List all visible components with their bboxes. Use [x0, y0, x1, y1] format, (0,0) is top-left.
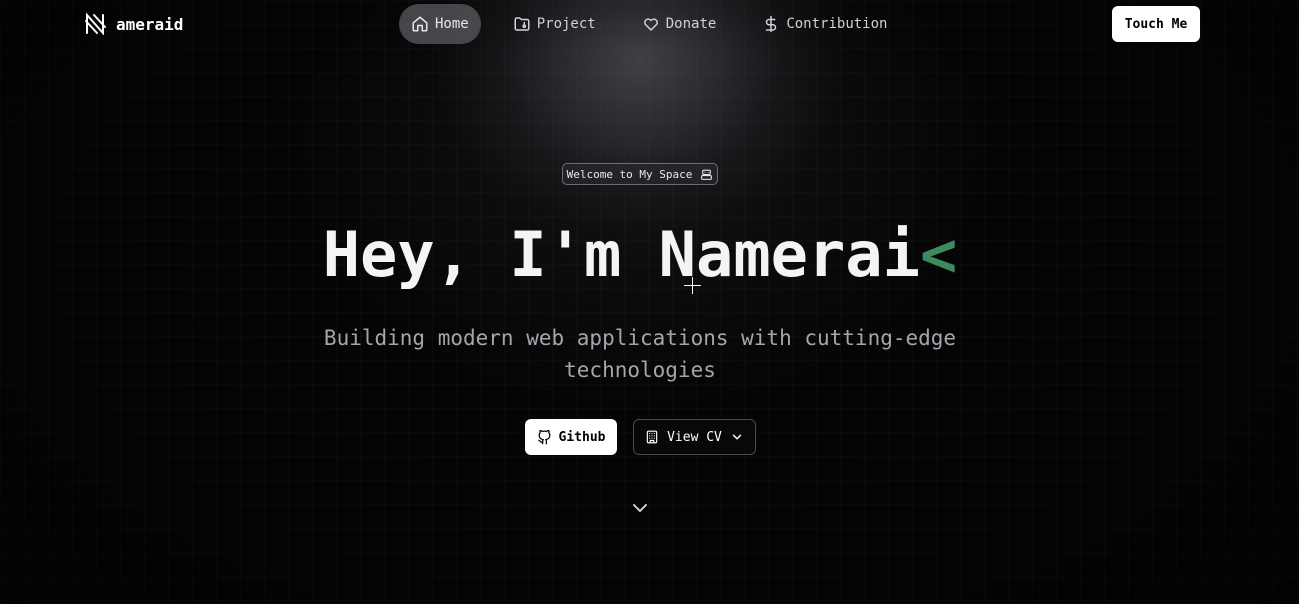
- hero-subtitle: Building modern web applications with cu…: [323, 326, 957, 382]
- nav-item-label: Donate: [665, 16, 717, 32]
- view-cv-label: View CV: [667, 429, 722, 445]
- nav-links: Home Project Donate Contribution: [399, 4, 899, 44]
- page: ameraid Home Project Donate Contribution…: [0, 0, 1299, 604]
- github-label: Github: [558, 429, 606, 445]
- slashed-n-logo-icon: [85, 13, 106, 35]
- nav-item-contribution[interactable]: Contribution: [750, 4, 899, 44]
- brand-logo[interactable]: ameraid: [84, 13, 183, 35]
- folder-icon: [514, 17, 530, 31]
- bot-icon: [701, 169, 713, 180]
- nav-item-home[interactable]: Home: [399, 4, 481, 44]
- dollar-icon: [766, 15, 777, 33]
- hero-headline: Hey, I'm Namerai<: [0, 218, 1280, 291]
- nav-item-label: Home: [435, 16, 469, 32]
- github-button[interactable]: Github: [525, 419, 617, 455]
- heart-icon: [643, 18, 658, 31]
- building-icon: [646, 430, 658, 444]
- github-icon: [537, 429, 550, 444]
- crosshair-cursor-icon: [684, 277, 701, 294]
- home-icon: [412, 16, 428, 32]
- nav-item-project[interactable]: Project: [501, 4, 608, 44]
- headline-cursor: <: [919, 218, 958, 291]
- chevron-down-icon: [732, 434, 742, 440]
- nav-item-label: Contribution: [786, 16, 888, 32]
- welcome-badge: Welcome to My Space: [562, 163, 718, 185]
- nav-item-donate[interactable]: Donate: [630, 4, 729, 44]
- touch-me-button[interactable]: Touch Me: [1112, 6, 1200, 42]
- hero-actions: Github View CV: [525, 419, 756, 455]
- view-cv-button[interactable]: View CV: [633, 419, 756, 455]
- brand-name: ameraid: [116, 14, 184, 34]
- nav-item-label: Project: [536, 16, 596, 32]
- badge-text: Welcome to My Space: [566, 167, 693, 181]
- headline-text: Hey, I'm Namerai: [322, 218, 920, 291]
- top-nav: ameraid Home Project Donate Contribution…: [0, 0, 1299, 48]
- scroll-down-chevron-icon[interactable]: [630, 500, 650, 518]
